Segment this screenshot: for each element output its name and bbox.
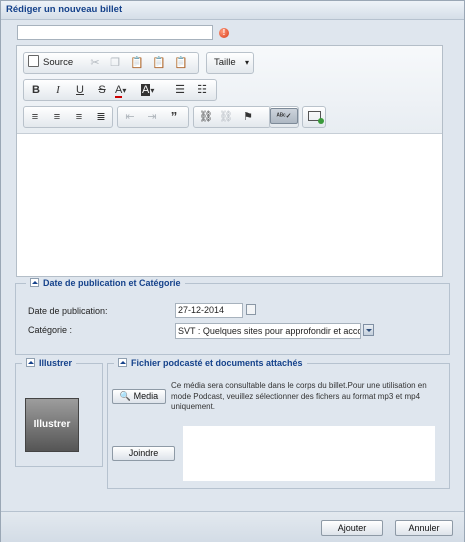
toolbar-group-format: B I U S A▾ A▾ ☰ ☷: [23, 79, 217, 101]
required-icon: !: [219, 28, 229, 38]
illustration-thumbnail[interactable]: Illustrer: [25, 398, 79, 452]
blockquote-icon[interactable]: ”: [165, 109, 183, 125]
outdent-icon[interactable]: ⇤: [121, 109, 139, 125]
toolbar-group-align: ≡ ≡ ≡ ≣: [23, 106, 113, 128]
paste-icon[interactable]: 📋: [128, 55, 146, 71]
podcast-legend[interactable]: Fichier podcasté et documents attachés: [114, 357, 307, 370]
underline-icon[interactable]: U: [71, 82, 89, 98]
link-icon[interactable]: ⛓: [197, 109, 215, 125]
indent-icon[interactable]: ⇥: [143, 109, 161, 125]
size-label: Taille: [214, 57, 236, 68]
toolbar-group-links: ⛓ ⛓ ⚑: [193, 106, 271, 128]
cancel-button[interactable]: Annuler: [395, 520, 453, 536]
size-dropdown[interactable]: Taille ▾: [206, 52, 254, 74]
category-select[interactable]: SVT : Quelques sites pour approfondir et…: [175, 323, 361, 339]
post-title-input[interactable]: [17, 25, 213, 40]
source-button[interactable]: Source: [28, 55, 73, 71]
editor-content-area[interactable]: [17, 134, 442, 276]
align-center-icon[interactable]: ≡: [48, 109, 66, 125]
search-icon: 🔍: [119, 391, 132, 401]
paste-text-icon[interactable]: 📋: [150, 55, 168, 71]
dialog-window: Rédiger un nouveau billet ! Source ✂ ❐ 📋…: [0, 0, 465, 542]
date-label: Date de publication:: [28, 306, 108, 316]
publication-fieldset: Date de publication et Catégorie: [15, 277, 450, 355]
chevron-down-icon[interactable]: [363, 324, 374, 336]
unlink-icon[interactable]: ⛓: [217, 109, 235, 125]
text-color-icon[interactable]: A▾: [115, 82, 137, 98]
align-left-icon[interactable]: ≡: [26, 109, 44, 125]
window-title: Rédiger un nouveau billet: [6, 4, 123, 15]
align-right-icon[interactable]: ≡: [70, 109, 88, 125]
collapse-icon[interactable]: [26, 358, 35, 367]
dialog-footer: Ajouter Annuler: [1, 511, 464, 542]
anchor-icon[interactable]: ⚑: [239, 109, 257, 125]
attach-button[interactable]: Joindre: [112, 446, 175, 461]
category-label: Catégorie :: [28, 325, 73, 335]
toolbar-group-widget: [302, 106, 326, 128]
calendar-icon[interactable]: [246, 304, 256, 315]
date-input[interactable]: 27-12-2014: [175, 303, 243, 318]
numbered-list-icon[interactable]: ☰: [171, 82, 189, 98]
media-note: Ce média sera consultable dans le corps …: [171, 381, 427, 411]
background-color-icon[interactable]: A▾: [141, 82, 163, 98]
add-button[interactable]: Ajouter: [321, 520, 383, 536]
toolbar-group-indent: ⇤ ⇥ ”: [117, 106, 189, 128]
toolbar-group-clipboard: Source ✂ ❐ 📋 📋 📋: [23, 52, 199, 74]
editor-toolbar: Source ✂ ❐ 📋 📋 📋 Taille ▾ B I U S A▾ A▾: [17, 46, 442, 134]
bulleted-list-icon[interactable]: ☷: [193, 82, 211, 98]
toolbar-group-spell: ᴬᴮᶜ✓: [269, 106, 299, 128]
collapse-icon[interactable]: [30, 278, 39, 287]
source-icon: [28, 55, 39, 67]
paste-word-icon[interactable]: 📋: [172, 55, 190, 71]
titlebar: Rédiger un nouveau billet: [1, 1, 464, 20]
insert-widget-icon[interactable]: [305, 109, 324, 125]
media-button[interactable]: 🔍 Media: [112, 389, 166, 404]
justify-icon[interactable]: ≣: [92, 109, 110, 125]
spellcheck-icon[interactable]: ᴬᴮᶜ✓: [270, 108, 298, 124]
publication-legend[interactable]: Date de publication et Catégorie: [26, 277, 185, 290]
source-label: Source: [43, 57, 74, 68]
bold-icon[interactable]: B: [27, 82, 45, 98]
italic-icon[interactable]: I: [49, 82, 67, 98]
strikethrough-icon[interactable]: S: [93, 82, 111, 98]
copy-icon[interactable]: ❐: [106, 55, 124, 71]
rich-text-editor: Source ✂ ❐ 📋 📋 📋 Taille ▾ B I U S A▾ A▾: [16, 45, 443, 277]
attachments-area: [183, 426, 435, 481]
illustrer-legend[interactable]: Illustrer: [22, 357, 77, 370]
collapse-icon[interactable]: [118, 358, 127, 367]
chevron-down-icon: ▾: [245, 58, 250, 67]
cut-icon[interactable]: ✂: [86, 55, 104, 71]
